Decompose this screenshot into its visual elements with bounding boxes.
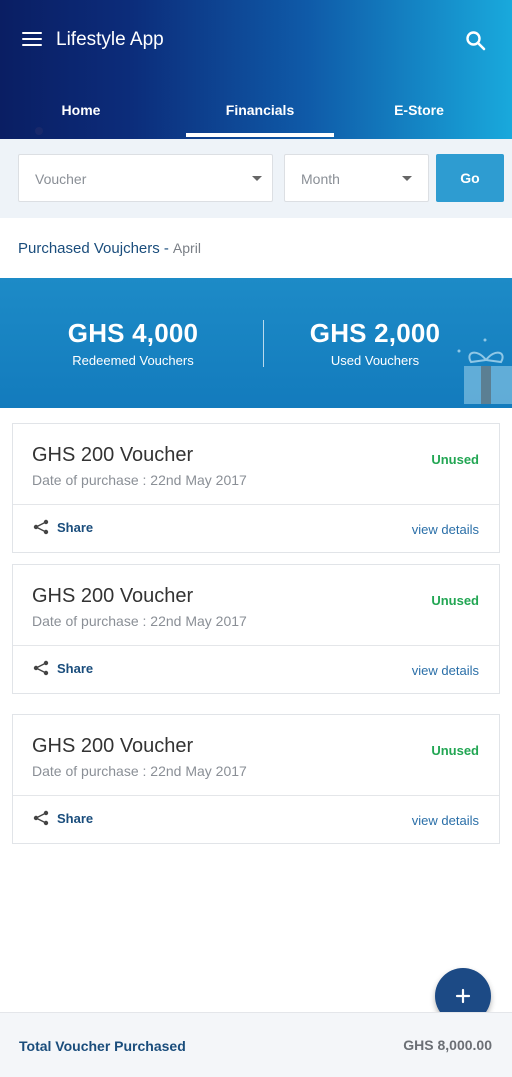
tab-e-store[interactable]: E-Store <box>334 86 504 139</box>
voucher-select[interactable]: Voucher <box>18 154 273 202</box>
status-badge: Unused <box>431 452 479 467</box>
chevron-down-icon <box>402 176 412 181</box>
share-icon <box>33 519 49 535</box>
section-month: April <box>172 240 201 256</box>
go-button[interactable]: Go <box>436 154 504 202</box>
voucher-card[interactable]: GHS 200 Voucher Date of purchase : 22nd … <box>12 564 500 694</box>
status-badge: Unused <box>431 593 479 608</box>
voucher-title: GHS 200 Voucher <box>32 444 194 466</box>
total-value: GHS 8,000.00 <box>403 1037 492 1053</box>
redeemed-amount: GHS 4,000 <box>67 318 199 348</box>
share-button[interactable]: Share <box>33 517 93 537</box>
share-label: Share <box>57 660 94 676</box>
chevron-down-icon <box>252 176 262 181</box>
section-title: Purchased Voujchers - April <box>18 240 201 257</box>
share-icon <box>33 660 49 676</box>
voucher-card[interactable]: GHS 200 Voucher Date of purchase : 22nd … <box>12 714 500 844</box>
menu-icon[interactable] <box>22 32 42 48</box>
tab-e-store-label: E-Store <box>394 102 444 118</box>
decorative-dot <box>35 127 43 135</box>
card-divider <box>13 504 499 505</box>
summary-banner: GHS 4,000 Redeemed Vouchers GHS 2,000 Us… <box>0 278 512 408</box>
voucher-select-placeholder: Voucher <box>35 171 87 187</box>
share-icon <box>33 810 49 826</box>
tab-bar: Home Financials E-Store <box>0 86 512 139</box>
active-tab-indicator <box>186 133 334 137</box>
voucher-card[interactable]: GHS 200 Voucher Date of purchase : 22nd … <box>12 423 500 553</box>
plus-icon <box>455 988 471 1004</box>
tab-home-label: Home <box>61 102 101 118</box>
voucher-title: GHS 200 Voucher <box>32 585 194 607</box>
view-details-link[interactable]: view details <box>412 663 479 678</box>
redeemed-stat: GHS 4,000 Redeemed Vouchers <box>33 318 233 368</box>
share-button[interactable]: Share <box>33 658 93 678</box>
voucher-title: GHS 200 Voucher <box>32 735 194 757</box>
redeemed-label: Redeemed Vouchers <box>72 353 194 368</box>
card-divider <box>13 645 499 646</box>
voucher-date: Date of purchase : 22nd May 2017 <box>32 472 247 488</box>
tab-financials-label: Financials <box>225 102 295 118</box>
status-badge: Unused <box>431 743 479 758</box>
total-label: Total Voucher Purchased <box>19 1038 186 1054</box>
tab-home[interactable]: Home <box>0 86 162 139</box>
voucher-date: Date of purchase : 22nd May 2017 <box>32 763 247 779</box>
view-details-link[interactable]: view details <box>412 813 479 828</box>
card-divider <box>13 795 499 796</box>
search-icon[interactable] <box>465 30 487 52</box>
used-stat: GHS 2,000 Used Vouchers <box>275 318 475 368</box>
section-title-text: Purchased Voujchers - <box>18 240 169 257</box>
total-footer: Total Voucher Purchased GHS 8,000.00 <box>0 1012 512 1077</box>
month-select[interactable]: Month <box>284 154 429 202</box>
share-button[interactable]: Share <box>33 808 93 828</box>
tab-financials[interactable]: Financials <box>186 86 334 139</box>
view-details-link[interactable]: view details <box>412 522 479 537</box>
gift-icon <box>457 338 512 404</box>
share-label: Share <box>57 519 94 535</box>
used-amount: GHS 2,000 <box>309 318 441 348</box>
app-bar: Lifestyle App Home Financials E-Store <box>0 0 512 139</box>
voucher-date: Date of purchase : 22nd May 2017 <box>32 613 247 629</box>
stat-divider <box>263 320 264 367</box>
app-title: Lifestyle App <box>56 29 164 50</box>
share-label: Share <box>57 810 94 826</box>
used-label: Used Vouchers <box>330 353 420 368</box>
month-select-placeholder: Month <box>301 171 340 187</box>
